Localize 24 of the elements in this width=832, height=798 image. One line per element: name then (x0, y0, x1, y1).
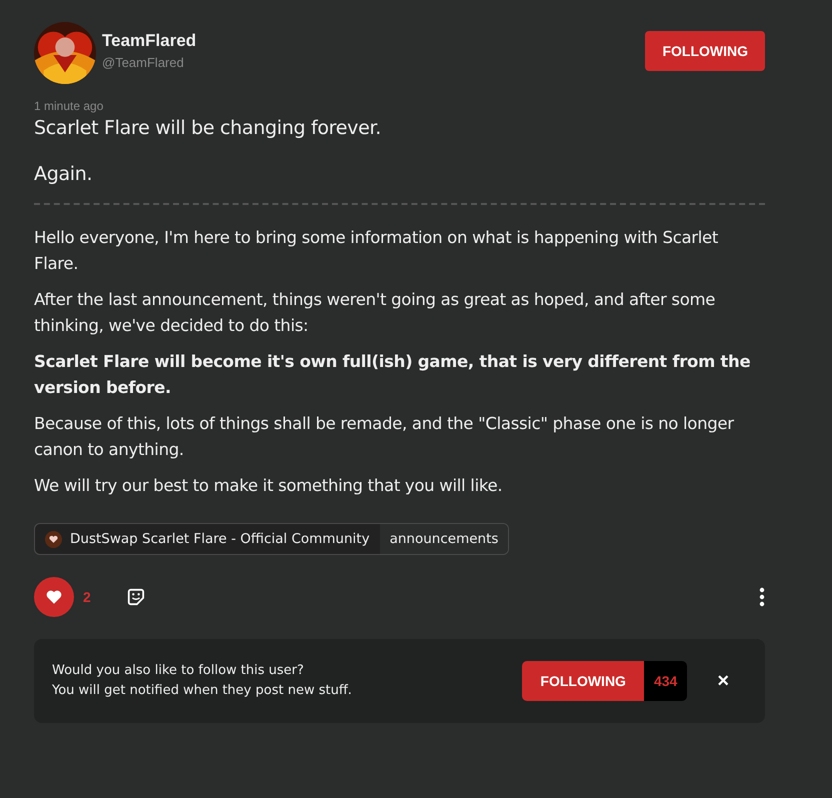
community-tag[interactable]: DustSwap Scarlet Flare - Official Community announcements (34, 523, 510, 555)
heart-icon (45, 588, 63, 606)
author-name[interactable]: TeamFlared (102, 31, 646, 51)
post-time: 1 minute ago (34, 99, 104, 113)
post-paragraph: Hello everyone, I'm here to bring some information on what is happening with Scarlet Flare. (34, 227, 720, 275)
channel-name: announcements (380, 524, 508, 554)
more-options-icon[interactable] (759, 587, 765, 607)
post-paragraph: Because of this, lots of things shall be remade, and the "Classic" phase one is no longer canon to anything. (34, 413, 735, 461)
following-button[interactable]: FOLLOWING (522, 661, 644, 701)
post-subtitle: Again. (34, 163, 94, 185)
community-name: DustSwap Scarlet Flare - Official Community (70, 531, 371, 547)
post-title: Scarlet Flare will be changing forever. (34, 117, 382, 139)
post-paragraph: We will try our best to make it something that you will like. (34, 475, 504, 497)
prompt-text: Would you also like to follow this user? (52, 662, 305, 680)
like-count: 2 (83, 589, 91, 605)
prompt-text: You will get notified when they post new stuff. (52, 682, 353, 700)
like-button[interactable] (34, 577, 74, 617)
author-handle: @TeamFlared (102, 55, 185, 70)
sticker-icon[interactable] (126, 588, 145, 606)
close-button[interactable]: × (713, 670, 733, 692)
post-paragraph: After the last announcement, things weren't going as great as hoped, and after some thinking, we've decided to do this: (34, 289, 716, 337)
post-paragraph: Scarlet Flare will become it's own full(ish) game, that is very different from the version before. (34, 351, 752, 399)
following-button[interactable]: FOLLOWING (645, 31, 765, 71)
follower-count: 434 (644, 661, 688, 701)
